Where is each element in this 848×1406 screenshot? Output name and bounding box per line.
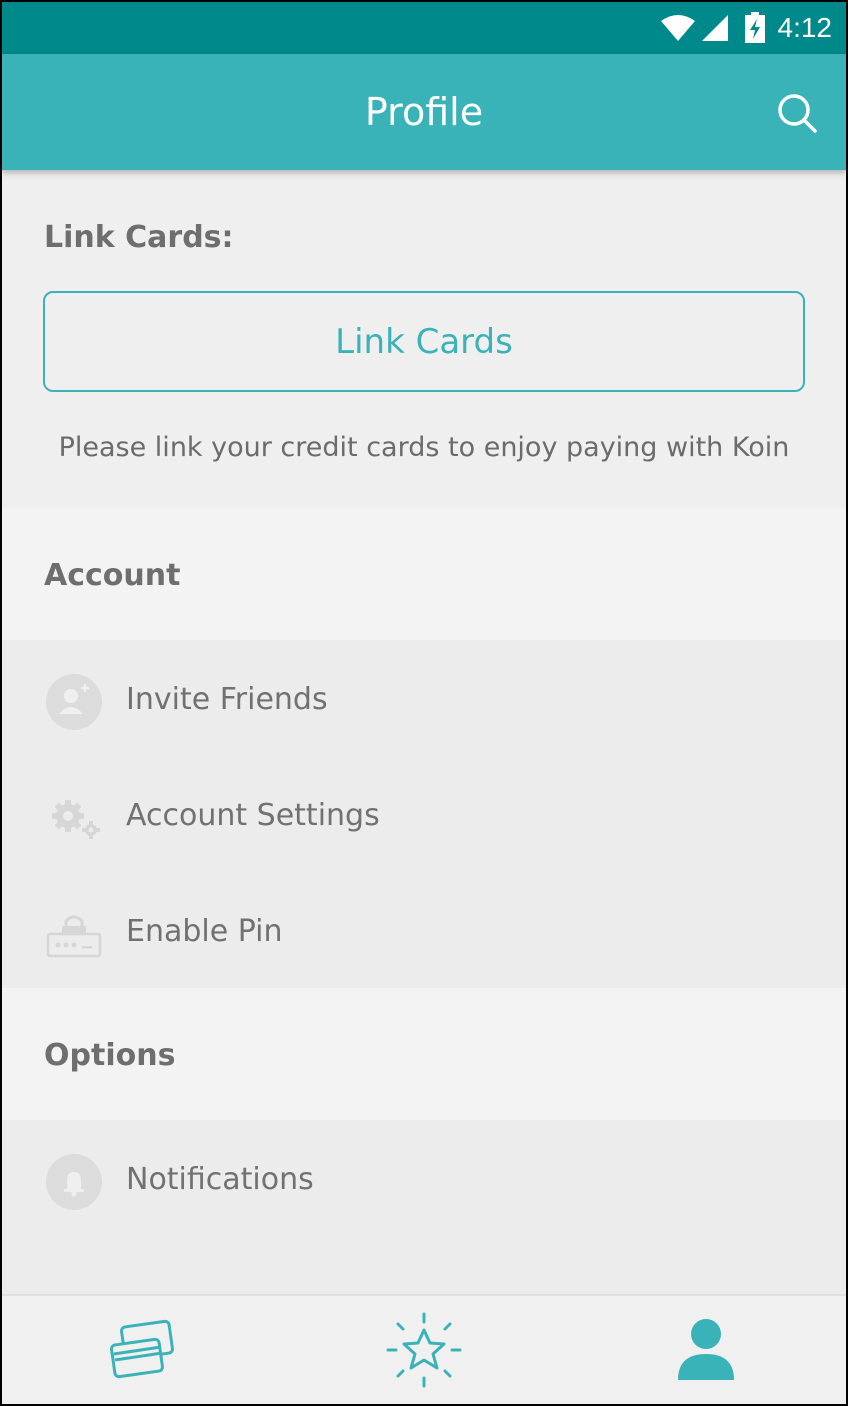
list-item-notifications[interactable]: Notifications <box>2 1124 846 1240</box>
profile-icon[interactable] <box>666 1310 746 1390</box>
list-item-enable-pin[interactable]: Enable Pin <box>2 876 846 992</box>
options-heading: Options <box>44 1038 176 1073</box>
status-bar: 4:12 <box>2 2 846 54</box>
link-cards-heading: Link Cards: <box>44 220 234 255</box>
battery-charging-icon <box>744 12 765 43</box>
list-item-invite-friends[interactable]: Invite Friends <box>2 644 846 760</box>
account-list: Invite Friends Account Settings Enable P… <box>2 640 846 988</box>
account-header: Account <box>2 508 846 640</box>
app-bar: Profile <box>2 54 846 170</box>
list-item-label: Account Settings <box>126 798 380 833</box>
list-item-account-settings[interactable]: Account Settings <box>2 760 846 876</box>
status-time: 4:12 <box>777 12 833 43</box>
list-item-label: Notifications <box>126 1162 314 1197</box>
list-item-label: Invite Friends <box>126 682 328 717</box>
page-title: Profile <box>364 90 484 134</box>
link-cards-button[interactable]: Link Cards <box>43 291 805 392</box>
add-person-icon <box>46 674 102 730</box>
cards-icon[interactable] <box>105 1310 185 1390</box>
wifi-icon <box>660 15 695 41</box>
status-icons: 4:12 <box>660 10 833 46</box>
star-icon[interactable] <box>384 1310 464 1390</box>
search-icon[interactable] <box>776 92 818 134</box>
link-cards-hint: Please link your credit cards to enjoy p… <box>58 432 790 463</box>
pin-lock-icon <box>46 915 102 958</box>
phone-screen: 4:12 Profile Link Cards: Link Cards Plea… <box>2 2 846 1404</box>
options-list: Notifications <box>2 1120 846 1294</box>
bell-icon <box>46 1154 102 1210</box>
gears-icon <box>52 800 100 839</box>
options-header: Options <box>2 988 846 1120</box>
account-heading: Account <box>44 558 181 593</box>
signal-icon <box>701 15 728 41</box>
bottom-nav <box>2 1294 846 1404</box>
list-item-label: Enable Pin <box>126 914 283 949</box>
link-cards-section: Link Cards: Link Cards Please link your … <box>2 170 846 508</box>
